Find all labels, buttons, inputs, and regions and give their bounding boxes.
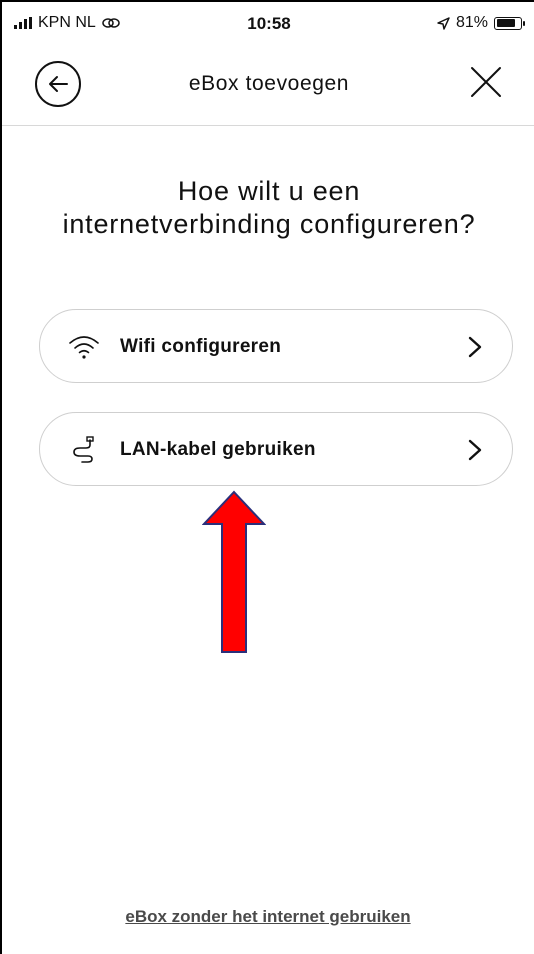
battery-percent: 81%: [455, 14, 488, 31]
cable-icon: [73, 436, 94, 463]
screen-frame: KPN NL 10:58 81% eBox toevoegen Hoe wilt…: [0, 0, 534, 954]
page-title: eBox toevoegen: [188, 72, 350, 95]
status-bar: KPN NL 10:58 81%: [2, 2, 534, 46]
chevron-right-icon: [468, 439, 482, 461]
red-arrow-annotation: [202, 490, 266, 653]
chevron-right-icon: [468, 336, 482, 358]
option-lan-cable[interactable]: LAN-kabel gebruiken: [39, 412, 513, 486]
option-lan-label: LAN-kabel gebruiken: [120, 439, 316, 460]
battery-icon: [494, 16, 525, 30]
battery-fill: [496, 19, 516, 27]
location-arrow-icon: [437, 16, 450, 30]
use-without-internet-link[interactable]: eBox zonder het internet gebruiken: [2, 907, 534, 927]
option-wifi-configure[interactable]: Wifi configureren: [39, 309, 513, 383]
close-icon[interactable]: [466, 62, 506, 102]
nav-header: eBox toevoegen: [2, 46, 534, 126]
status-right: 81%: [437, 14, 525, 32]
question-heading: Hoe wilt u een internetverbinding config…: [62, 176, 476, 239]
wifi-icon: [69, 336, 99, 359]
option-wifi-label: Wifi configureren: [120, 336, 282, 357]
